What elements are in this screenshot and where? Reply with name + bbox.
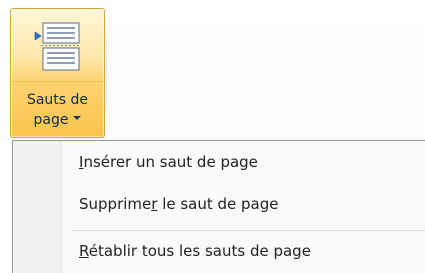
page-breaks-label-line2-wrap: page xyxy=(11,112,104,128)
menu-item-reset-all-page-breaks[interactable]: Rétablir tous les sauts de page xyxy=(13,234,425,272)
menu-item-insert-page-break[interactable]: Insérer un saut de page xyxy=(13,145,425,183)
page-breaks-dropdown-menu: Insérer un saut de page Supprimer le sau… xyxy=(12,140,425,273)
menu-item-label: Rétablir tous les sauts de page xyxy=(79,242,311,260)
page-breaks-split-button[interactable]: Sauts de page xyxy=(10,8,105,138)
menu-separator xyxy=(72,230,425,231)
menu-item-label-post: nsérer un saut de page xyxy=(83,153,258,171)
page-breaks-button-icon-area[interactable] xyxy=(11,9,104,81)
menu-item-label-post: le saut de page xyxy=(157,195,279,213)
page-breaks-label-line1: Sauts de xyxy=(26,92,89,108)
menu-item-label: Insérer un saut de page xyxy=(79,153,258,171)
menu-item-label-post: établir tous les sauts de page xyxy=(88,242,311,260)
menu-item-mnemonic: R xyxy=(79,242,89,260)
page-breaks-label-line2: page xyxy=(33,112,69,128)
menu-item-label: Supprimer le saut de page xyxy=(79,195,279,213)
page-breaks-icon xyxy=(34,21,86,73)
page-breaks-dropdown-area[interactable]: Sauts de page xyxy=(11,81,104,139)
chevron-down-icon xyxy=(73,116,82,120)
menu-item-remove-page-break[interactable]: Supprimer le saut de page xyxy=(13,187,425,225)
menu-item-label-pre: Supprime xyxy=(79,195,152,213)
ribbon-group: Sauts de page xyxy=(0,0,425,140)
ribbon-separator xyxy=(106,0,107,140)
